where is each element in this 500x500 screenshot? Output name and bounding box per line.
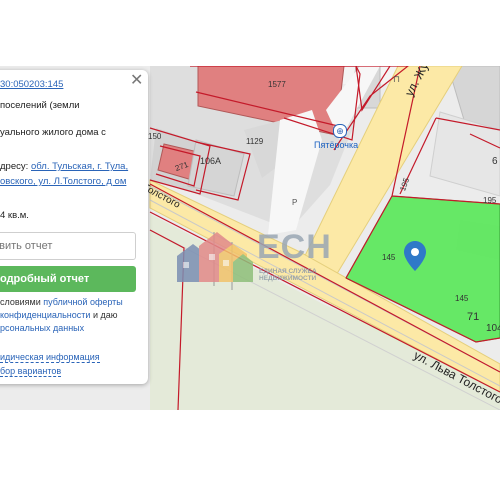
address-link-line1[interactable]: обл. Тульская, г. Тула, xyxy=(31,161,128,172)
cadastral-number-link[interactable]: 30:050203:145 xyxy=(0,79,63,90)
shop-icon[interactable]: ⊕ xyxy=(333,124,347,138)
plot-label: 145 xyxy=(382,253,396,262)
bottom-blank-area xyxy=(0,410,500,500)
address-label: дресу: xyxy=(0,161,29,172)
plot-info-panel: ✕ 30:050203:145 поселений (земли уальног… xyxy=(0,70,148,384)
land-category-text: поселений (земли xyxy=(0,100,80,111)
plot-label: 1129 xyxy=(246,137,264,146)
watermark-subtitle: ЕДИНАЯ СЛУЖБА НЕДВИЖИМОСТИ xyxy=(259,268,317,282)
legal-info-link[interactable]: идическая информация xyxy=(0,352,100,363)
terms-text: словиями публичной оферты конфиденциальн… xyxy=(0,296,123,335)
personal-data-link[interactable]: рсональных данных xyxy=(0,323,84,333)
privacy-policy-link[interactable]: конфиденциальности xyxy=(0,310,90,320)
detailed-report-button[interactable]: одробный отчет xyxy=(0,266,136,292)
plot-label: 1577 xyxy=(268,80,286,89)
top-blank-area xyxy=(0,0,500,66)
watermark-subtitle-line2: НЕДВИЖИМОСТИ xyxy=(259,275,317,282)
area-text: 4 кв.м. xyxy=(0,210,29,221)
address-link-line2[interactable]: овского, ул. Л.Толстого, д ом xyxy=(0,176,126,187)
ech-watermark-logo: ECH ЕДИНАЯ СЛУЖБА НЕДВИЖИМОСТИ xyxy=(175,222,335,290)
terms-prefix: словиями xyxy=(0,297,44,307)
plot-label: 145 xyxy=(455,294,469,303)
houses-icon xyxy=(177,232,253,282)
shop-label[interactable]: Пятёрочка xyxy=(314,140,358,150)
plot-label: 150 xyxy=(148,132,162,141)
options-link[interactable]: бор вариантов xyxy=(0,366,62,377)
close-icon[interactable]: ✕ xyxy=(130,70,143,90)
report-email-input[interactable] xyxy=(0,232,136,260)
permitted-use-text: уального жилого дома с xyxy=(0,127,106,138)
parking-icon: P xyxy=(292,198,298,207)
plot-label: 104 xyxy=(486,323,500,334)
terms-suffix: и даю xyxy=(90,310,118,320)
plot-label: 106А xyxy=(200,156,222,166)
watermark-brand: ECH xyxy=(257,228,332,266)
watermark-subtitle-line1: ЕДИНАЯ СЛУЖБА xyxy=(259,268,317,275)
location-pin-icon[interactable] xyxy=(404,241,426,276)
plot-label: 195 xyxy=(483,196,497,205)
plot-label: 6 xyxy=(492,156,498,167)
public-offer-link[interactable]: публичной оферты xyxy=(43,297,123,307)
plot-label: 71 xyxy=(467,311,480,323)
entrance-icon: ⊓ xyxy=(393,74,401,84)
